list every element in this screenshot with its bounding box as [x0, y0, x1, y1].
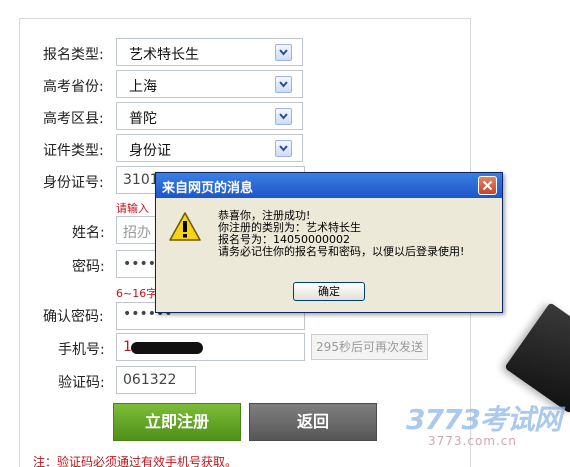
close-icon[interactable] [478, 176, 497, 195]
district-value: 普陀 [129, 111, 157, 127]
alert-dialog: 来自网页的消息 恭喜你，注册成功! 你注册的类别为：艺术特长生 报名号为：140… [155, 172, 503, 313]
reg-type-select[interactable]: 艺术特长生 [116, 38, 303, 66]
id-number-label: 身份证号: [43, 175, 104, 191]
ok-button[interactable]: 确定 [293, 282, 365, 301]
dialog-titlebar[interactable]: 来自网页的消息 [156, 173, 502, 198]
id-type-value: 身份证 [129, 143, 171, 159]
name-label: 姓名: [72, 225, 105, 241]
warning-icon [168, 211, 202, 247]
watermark-logo-text: 3773考试网 [406, 403, 562, 436]
chevron-down-icon[interactable] [275, 108, 292, 125]
chevron-down-icon[interactable] [275, 140, 292, 157]
id-number-value: 3101 [123, 172, 159, 188]
site-watermark: 3773考试网 3773.com.cn [398, 398, 562, 458]
register-button[interactable]: 立即注册 [113, 403, 241, 441]
reg-type-label: 报名类型: [43, 47, 104, 63]
captcha-value: 061322 [123, 372, 177, 388]
confirm-password-label: 确认密码: [43, 309, 104, 325]
phone-label: 手机号: [58, 342, 105, 358]
watermark-url: 3773.com.cn [428, 434, 517, 448]
province-value: 上海 [129, 79, 157, 95]
resend-button[interactable]: 295秒后可再次发送 [311, 334, 428, 360]
district-label: 高考区县: [43, 111, 104, 127]
captcha-label: 验证码: [58, 375, 105, 391]
chevron-down-icon[interactable] [275, 44, 292, 61]
province-label: 高考省份: [43, 79, 104, 95]
password-label: 密码: [72, 259, 105, 275]
province-select[interactable]: 上海 [116, 70, 303, 98]
captcha-note: 注：验证码必须通过有效手机号获取。 [33, 455, 238, 467]
id-number-hint: 请输入 [116, 202, 149, 215]
dialog-title: 来自网页的消息 [162, 181, 254, 196]
redaction-mark [131, 342, 203, 354]
password-hint: 6~16字 [116, 287, 158, 300]
id-type-label: 证件类型: [43, 143, 104, 159]
name-value: 招办 [123, 225, 151, 241]
decorative-device-image [504, 302, 570, 414]
captcha-input[interactable]: 061322 [116, 366, 196, 394]
dialog-line-reminder: 请务必记住你的报名号和密码，以便以后登录使用! [218, 245, 465, 258]
phone-input[interactable]: 1 [116, 333, 305, 361]
password-value: •••• [123, 256, 157, 272]
dialog-message: 恭喜你，注册成功! 你注册的类别为：艺术特长生 报名号为：14050000002… [218, 210, 464, 258]
chevron-down-icon[interactable] [275, 76, 292, 93]
back-button[interactable]: 返回 [249, 403, 377, 441]
district-select[interactable]: 普陀 [116, 102, 303, 130]
reg-type-value: 艺术特长生 [129, 47, 199, 63]
id-type-select[interactable]: 身份证 [116, 134, 303, 162]
